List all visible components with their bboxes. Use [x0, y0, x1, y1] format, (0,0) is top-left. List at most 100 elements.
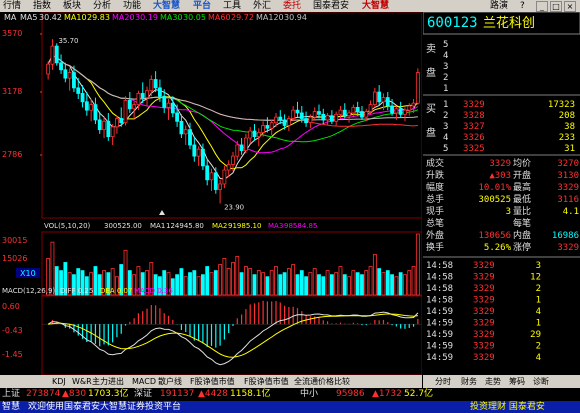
- tick-volume: 2: [536, 342, 541, 352]
- candle: [166, 102, 171, 108]
- tick-volume: 3: [536, 261, 541, 271]
- tab-caiwu[interactable]: 财务: [461, 375, 477, 388]
- menu-item-fenxi[interactable]: 分析: [93, 0, 111, 12]
- tab-quanliutong[interactable]: 全流通价格比较: [294, 375, 350, 388]
- macd-label: MACD(12,26,9): [2, 287, 55, 295]
- candle: [72, 72, 76, 89]
- indicator-tabbar: KDJ W&R 主力进出 MACD 散户线 F股诤值市值 F股诤值市值 全流通价…: [0, 375, 422, 388]
- candle: [381, 97, 386, 103]
- status-left: 智慧: [2, 402, 21, 412]
- stat-value: 3329: [557, 183, 579, 193]
- ticker-sh-label: 上证: [2, 389, 21, 399]
- menu-item-weituo[interactable]: 委托: [283, 0, 301, 12]
- stat-value: 4.1: [563, 207, 579, 217]
- candle: [158, 87, 162, 97]
- ma20-label: MA20: [112, 13, 135, 22]
- menu-item-guotaijunan[interactable]: 国泰君安: [313, 0, 349, 12]
- bid-level: 4: [443, 133, 448, 143]
- tab-fgu-2[interactable]: F股诤值市值: [244, 375, 289, 388]
- candle: [312, 111, 317, 118]
- stat-label: 最高: [513, 181, 531, 193]
- vol-ma1-value: 124945.80: [166, 222, 204, 230]
- menu-item-bankuai[interactable]: 板块: [63, 0, 81, 12]
- macd-diff: DIFF 0.25: [60, 287, 93, 295]
- close-icon[interactable]: ×: [564, 1, 576, 12]
- stat-label: 外盘: [426, 229, 444, 241]
- ticker-zx-change: ▲1732: [372, 389, 402, 399]
- stat-value: 3329: [489, 159, 511, 169]
- stat-label: 每笔: [513, 217, 531, 229]
- ma10-label: MA10: [64, 13, 87, 22]
- tab-kdj[interactable]: KDJ: [52, 375, 66, 388]
- candle: [127, 100, 132, 110]
- menu-bar: 行情 指数 板块 分析 功能 大智慧 平台 工具 外汇 委托 国泰君安 大智慧 …: [0, 0, 580, 12]
- menu-item-gongju[interactable]: 工具: [223, 0, 241, 12]
- volume-label: VOL(5,10,20): [44, 222, 91, 230]
- menu-item-zhishu[interactable]: 指数: [33, 0, 51, 12]
- tab-macd[interactable]: MACD: [132, 375, 156, 388]
- tab-chouma[interactable]: 筹码: [509, 375, 525, 388]
- tab-zhuli[interactable]: 主力进出: [92, 375, 124, 388]
- volume-bar: [201, 274, 205, 296]
- candle: [170, 102, 175, 114]
- tab-zhenduan[interactable]: 诊断: [533, 375, 549, 388]
- stat-label: 成交: [426, 157, 444, 169]
- panel-tabbar: 分时 财务 走势 筹码 诊断: [423, 375, 580, 388]
- volume-bar: [329, 274, 334, 296]
- candle: [231, 155, 235, 165]
- tab-zoushi[interactable]: 走势: [485, 375, 501, 388]
- ask-level: 1: [443, 84, 448, 94]
- candle: [372, 91, 377, 105]
- tick-time: 14:58: [426, 284, 453, 294]
- quote-panel-svg: 600123 兰花科创 卖 盘 54321 买 盘 1 3329 173232 332…: [422, 11, 580, 363]
- menu-item-hangqing[interactable]: 行情: [3, 0, 21, 12]
- tab-fenshi[interactable]: 分时: [435, 375, 451, 388]
- tick-price: 3329: [473, 342, 495, 352]
- volume-bar: [407, 270, 412, 296]
- candle: [46, 63, 51, 75]
- volume-bar: [278, 274, 283, 296]
- stat-value: 300525: [478, 195, 511, 205]
- help-icon[interactable]: ?: [520, 0, 525, 12]
- menu-item-pingtai[interactable]: 平台: [193, 0, 211, 12]
- macd-value: MACD 0.36: [134, 287, 173, 295]
- macd-tick-high: 0.60: [2, 302, 20, 311]
- status-right[interactable]: 投资理财 国泰君安: [470, 401, 545, 413]
- tick-volume: 1: [536, 296, 541, 306]
- stock-chart[interactable]: MA MA5 30.42 MA10 29.83 MA20 30.19 MA30 …: [0, 12, 422, 375]
- ticker-zx-label: 中小: [300, 389, 319, 399]
- candle: [407, 105, 412, 111]
- tab-wr[interactable]: W&R: [72, 375, 92, 388]
- volume-bar: [385, 270, 390, 296]
- stat-value: 3270: [557, 159, 579, 169]
- menu-item-dazhihui[interactable]: 大智慧: [153, 0, 180, 12]
- candle: [308, 116, 313, 124]
- tick-volume: 2: [536, 284, 541, 294]
- ma30-label: MA30: [160, 13, 183, 22]
- ma60-label: MA60: [208, 13, 231, 22]
- macd-tick-mid: -0.43: [2, 326, 23, 335]
- volume-bar: [205, 266, 210, 296]
- price-pane: MA MA5 30.42 MA10 29.83 MA20 30.19 MA30 …: [2, 12, 422, 219]
- menu-item-gongneng[interactable]: 功能: [123, 0, 141, 12]
- candle: [261, 125, 265, 133]
- volume-bar: [269, 270, 274, 296]
- candle: [248, 130, 253, 139]
- menu-item-waihui[interactable]: 外汇: [253, 0, 271, 12]
- menu-item-luyan[interactable]: 路演: [490, 0, 508, 12]
- volume-bar: [377, 268, 382, 296]
- tick-time: 14:59: [426, 307, 453, 317]
- tick-time: 14:58: [426, 261, 453, 271]
- volume-bar: [411, 266, 416, 296]
- volume-bar: [235, 255, 240, 296]
- tick-list[interactable]: 14:58 3329 314:58 3329 1214:58 3329 214:58 3329…: [426, 261, 541, 363]
- tab-fgu-1[interactable]: F股诤值市值: [190, 375, 235, 388]
- minimize-icon[interactable]: _: [536, 1, 548, 12]
- tab-sanhu[interactable]: 散户线: [158, 375, 182, 388]
- macd-tick-low: -1.45: [2, 350, 23, 359]
- volume-bar: [93, 266, 98, 296]
- maximize-icon[interactable]: □: [550, 1, 562, 12]
- candle: [80, 93, 85, 103]
- volume-bar: [265, 276, 270, 296]
- volume-bar: [218, 264, 223, 296]
